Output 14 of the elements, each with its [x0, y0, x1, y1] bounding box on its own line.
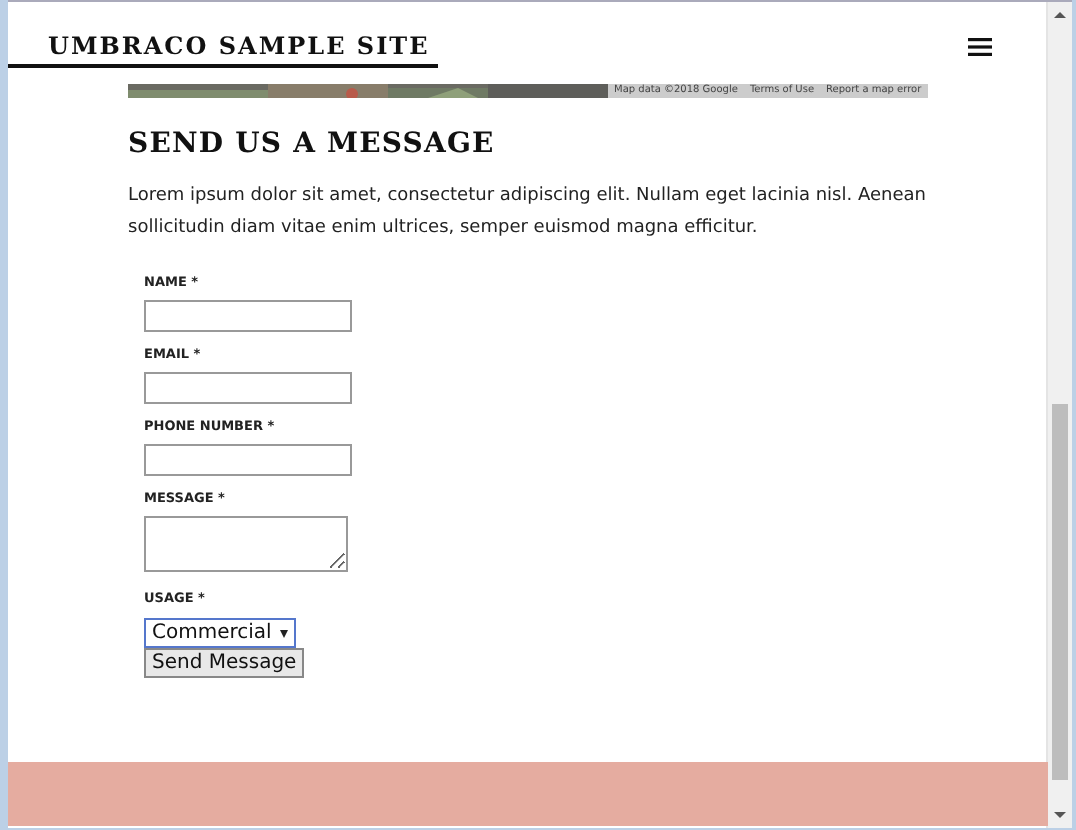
menu-icon[interactable] — [968, 38, 992, 56]
section-heading: SEND US A MESSAGE — [128, 126, 497, 162]
caret-icon — [279, 629, 288, 637]
input-field[interactable] — [144, 372, 352, 404]
message-field[interactable] — [144, 516, 348, 572]
scroll-down-icon[interactable] — [1054, 812, 1066, 818]
site-title-link[interactable]: UMBRACO SAMPLE SITE — [8, 28, 438, 68]
input-field[interactable] — [144, 444, 352, 476]
scrollbar[interactable] — [1046, 2, 1072, 828]
scrollbar-thumb[interactable] — [1052, 404, 1069, 780]
scroll-up-icon[interactable] — [1054, 12, 1066, 18]
send-message-button[interactable]: Send Message — [144, 648, 305, 678]
input-field[interactable] — [144, 300, 352, 332]
intro-paragraph: Lorem ipsum dolor sit amet, consectetur adipiscing elit. Nullam eget lacinia nisl. Aenean sollicitudin diam vitae enim ultrices, semper euismod magna efficitur. — [128, 184, 928, 242]
